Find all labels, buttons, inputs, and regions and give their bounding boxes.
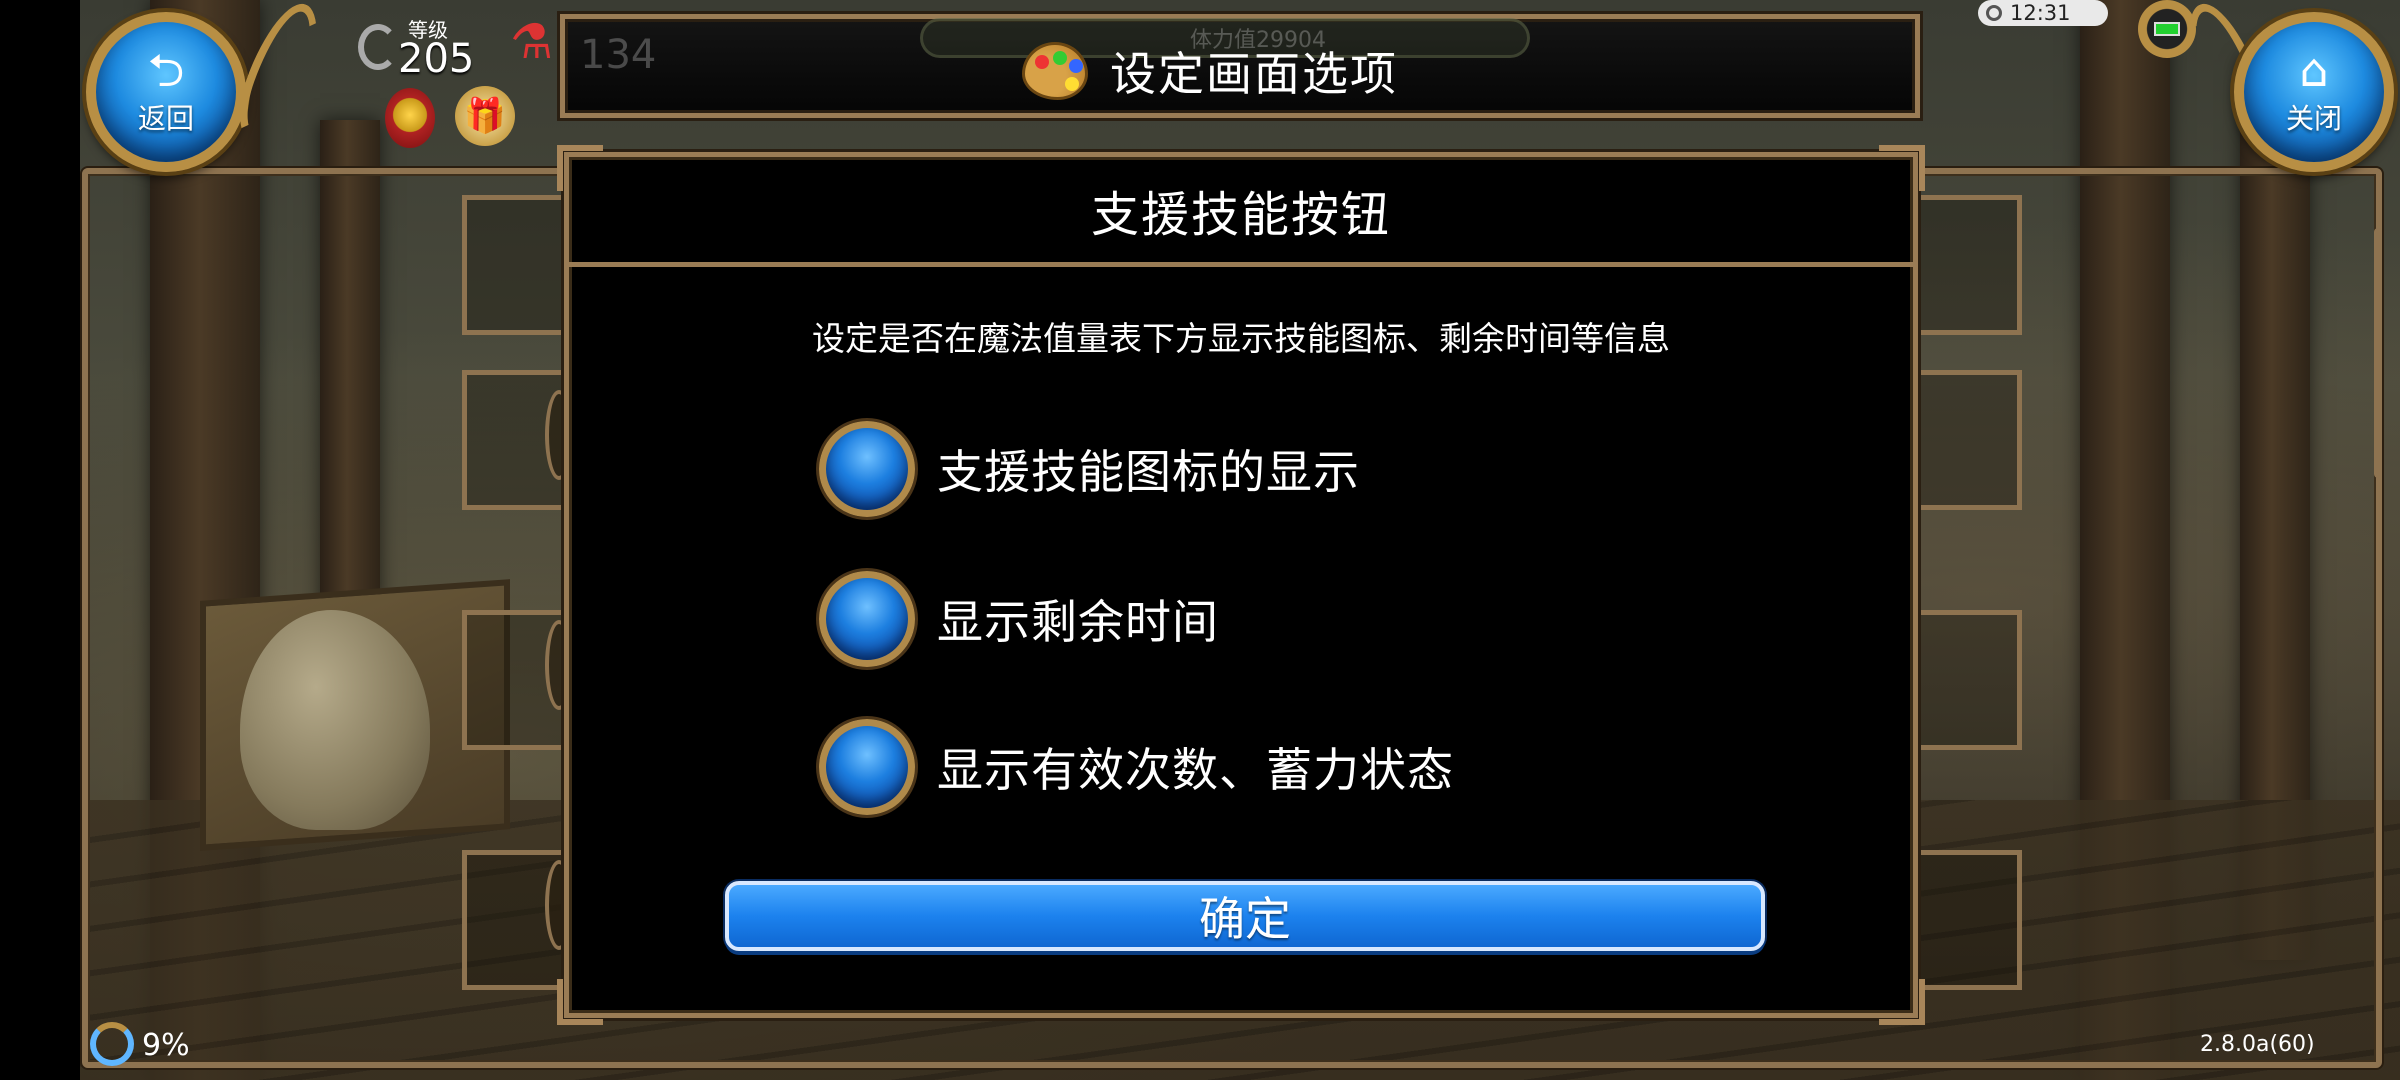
option-label: 显示有效次数、蓄力状态: [937, 743, 1454, 797]
palette-icon: [1022, 42, 1088, 100]
scrollbar[interactable]: [2374, 228, 2382, 478]
dialog-title: 支援技能按钮: [1090, 186, 1391, 243]
option-remaining-time[interactable]: 显示剩余时间: [819, 569, 1219, 669]
close-button[interactable]: ⌂ 关闭: [2234, 12, 2394, 172]
clock-icon: [1986, 5, 2002, 21]
clock-time: 12:31: [2010, 1, 2071, 25]
close-button-label: 关闭: [2285, 102, 2342, 135]
battery-icon: [2154, 22, 2180, 36]
network-percent: 9%: [142, 1028, 190, 1063]
option-label: 支援技能图标的显示: [937, 445, 1360, 499]
frame-corner: [557, 979, 603, 1025]
network-icon: [90, 1022, 134, 1066]
home-icon: ⌂: [2299, 43, 2329, 97]
frame-corner: [1879, 979, 1925, 1025]
option-radio[interactable]: [819, 571, 915, 667]
option-effective-count[interactable]: 显示有效次数、蓄力状态: [819, 717, 1454, 817]
dialog-titlebar: 支援技能按钮: [569, 157, 1913, 267]
battery-indicator: [2138, 0, 2196, 58]
option-radio[interactable]: [819, 421, 915, 517]
header-title-group: 设定画面选项: [0, 38, 2400, 104]
page-title: 设定画面选项: [1110, 47, 1398, 101]
settings-dialog: 支援技能按钮 设定是否在魔法值量表下方显示技能图标、剩余时间等信息 支援技能图标…: [557, 145, 1925, 1025]
confirm-button[interactable]: 确定: [725, 881, 1765, 951]
option-radio[interactable]: [819, 719, 915, 815]
option-label: 显示剩余时间: [937, 595, 1219, 649]
dialog-description: 设定是否在魔法值量表下方显示技能图标、剩余时间等信息: [812, 319, 1670, 358]
option-skill-icon-display[interactable]: 支援技能图标的显示: [819, 419, 1360, 519]
status-clock: 12:31: [1978, 0, 2108, 26]
version-label: 2.8.0a(60): [2200, 1032, 2315, 1057]
